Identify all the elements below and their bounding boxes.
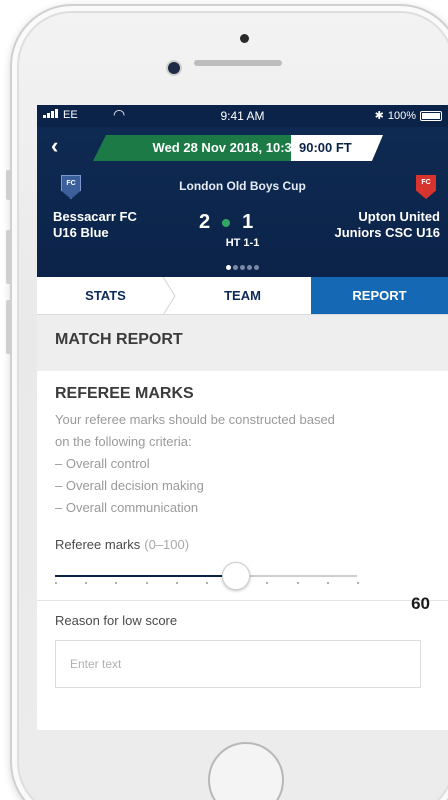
page-dot[interactable] — [247, 265, 252, 270]
battery-icon — [420, 110, 442, 121]
slider-tick — [146, 582, 148, 584]
tab-separator-icon — [162, 277, 176, 315]
ball-icon — [222, 218, 231, 227]
marks-label-text: Referee marks — [55, 537, 141, 552]
sensor-dot — [240, 34, 249, 43]
tab-separator-icon — [297, 277, 311, 315]
match-tabs: STATS TEAM REPORT — [37, 277, 448, 315]
home-button[interactable] — [208, 742, 284, 800]
criteria-line: – Overall decision making — [55, 478, 204, 493]
tab-stats[interactable]: STATS — [37, 277, 174, 314]
speaker-grille — [194, 60, 282, 66]
slider-tick — [55, 582, 57, 584]
bluetooth-icon: ✱ — [374, 110, 384, 122]
away-team-crest-icon: FC — [416, 175, 436, 199]
status-bar: EE ◠ 9:41 AM ✱ 100% — [37, 105, 448, 127]
section-title: MATCH REPORT — [37, 315, 448, 371]
slider-thumb[interactable] — [222, 562, 250, 590]
slider-tick — [327, 582, 329, 584]
home-score: 2 — [199, 211, 211, 233]
battery-percent: 100% — [387, 109, 416, 122]
match-header: ‹ Wed 28 Nov 2018, 10:30 90:00 FT FC Lon… — [37, 127, 448, 277]
tab-team[interactable]: TEAM — [174, 277, 311, 314]
tab-report[interactable]: REPORT — [311, 277, 448, 314]
slider-tick — [206, 582, 208, 584]
home-team-line-1: Bessacarr FC — [53, 209, 137, 224]
referee-marks-card: REFEREE MARKS Your referee marks should … — [37, 371, 448, 730]
page-indicator — [37, 257, 448, 275]
criteria-line: – Overall communication — [55, 500, 199, 515]
slider-tick — [266, 582, 268, 584]
page-dot[interactable] — [226, 265, 231, 270]
slider-fill — [55, 575, 236, 577]
competition-name: London Old Boys Cup — [179, 179, 306, 193]
slider-tick — [176, 582, 178, 584]
marks-range: (0–100) — [144, 537, 190, 552]
scoreline: 21 — [199, 211, 253, 234]
reason-input[interactable] — [55, 640, 421, 688]
referee-marks-value: 60 — [411, 594, 430, 613]
criteria-line: – Overall control — [55, 456, 150, 471]
page-dot[interactable] — [233, 265, 238, 270]
referee-marks-slider[interactable] — [55, 560, 359, 590]
reason-label: Reason for low score — [55, 613, 178, 628]
mute-switch — [6, 170, 11, 200]
referee-marks-label: Referee marks (0–100) — [55, 537, 430, 552]
match-clock: 90:00 FT — [291, 135, 383, 161]
divider — [37, 600, 448, 601]
back-chevron-icon[interactable]: ‹ — [51, 133, 58, 159]
away-team-line-1: Upton United — [358, 209, 440, 224]
card-title: REFEREE MARKS — [55, 385, 194, 402]
slider-tick — [357, 582, 359, 584]
slider-tick — [115, 582, 117, 584]
front-camera — [168, 62, 180, 74]
match-datetime: Wed 28 Nov 2018, 10:30 — [93, 135, 309, 161]
slider-tick — [85, 582, 87, 584]
criteria-line: Your referee marks should be constructed… — [55, 412, 335, 427]
slider-tick — [297, 582, 299, 584]
volume-down-button — [6, 300, 11, 354]
page-dot[interactable] — [240, 265, 245, 270]
battery-status: ✱ 100% — [375, 109, 442, 122]
volume-up-button — [6, 230, 11, 284]
away-score: 1 — [242, 211, 254, 233]
criteria-text: Your referee marks should be constructed… — [55, 409, 430, 519]
half-time-score: HT 1-1 — [225, 237, 260, 249]
app-screen: EE ◠ 9:41 AM ✱ 100% ‹ Wed 28 Nov 2018, 1… — [37, 105, 448, 730]
criteria-line: on the following criteria: — [55, 434, 192, 449]
page-dot[interactable] — [254, 265, 259, 270]
